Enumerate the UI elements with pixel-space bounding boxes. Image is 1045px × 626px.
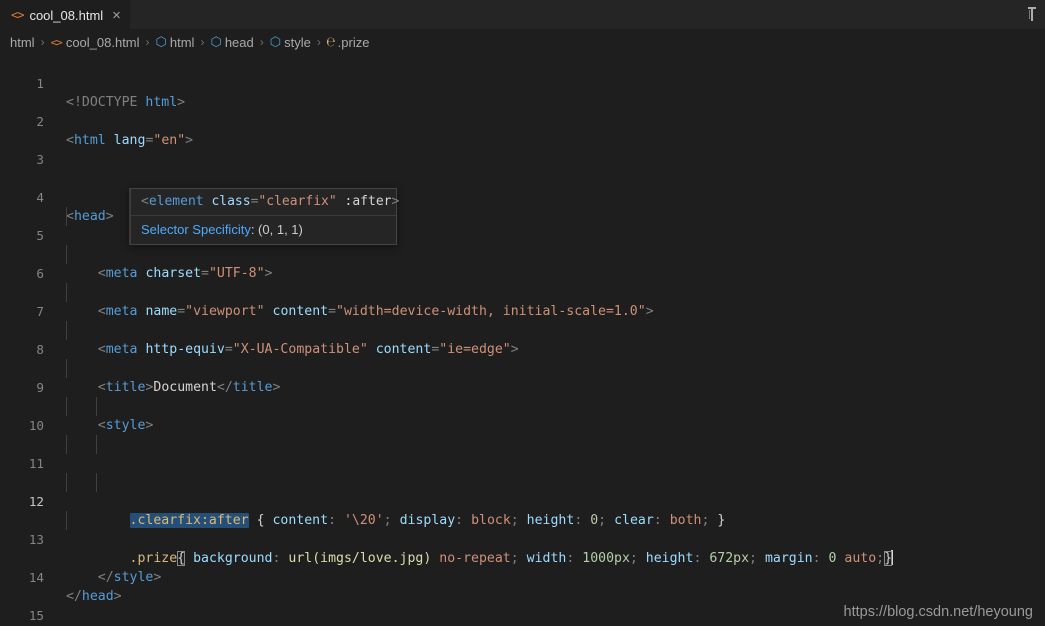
editor-tab-bar: <> cool_08.html × <box>0 0 1045 29</box>
line-number: 2 <box>36 114 44 129</box>
split-editor-icon[interactable] <box>1019 5 1039 25</box>
hover-pseudo-element: :after <box>336 194 392 209</box>
breadcrumb-separator: › <box>200 35 205 49</box>
editor-tab-cool_08-html[interactable]: <> cool_08.html × <box>0 0 131 29</box>
line-number: 14 <box>28 570 44 585</box>
breadcrumb-item-html-element[interactable]: ⬡ html <box>156 35 195 50</box>
breadcrumb: html › <> cool_08.html › ⬡ html › ⬡ head… <box>0 29 1045 55</box>
line-content: <style> <box>97 418 154 433</box>
hover-angle-open: < <box>141 194 149 209</box>
line-content: <meta name="viewport" content="width=dev… <box>97 304 654 319</box>
code-line[interactable]: 3 <box>0 131 1045 167</box>
html-file-icon: <> <box>11 8 24 22</box>
breadcrumb-separator: › <box>316 35 321 49</box>
code-line[interactable]: 1 <!DOCTYPE html> <box>0 55 1045 110</box>
breadcrumb-label: style <box>284 34 311 50</box>
code-line[interactable]: 13 </style> <box>0 511 1045 585</box>
hover-element-name: element <box>148 194 204 209</box>
indent-guide <box>96 473 97 492</box>
hover-attr-name: class <box>211 194 251 209</box>
breadcrumb-item-prize[interactable]: ℮ .prize <box>327 35 370 50</box>
cube-icon: ⬡ <box>269 34 281 50</box>
specificity-label: Selector Specificity <box>141 222 251 237</box>
hover-title-row: <element class="clearfix" :after> <box>130 189 399 216</box>
line-content: <title>Document</title> <box>97 380 281 395</box>
breadcrumb-label: html <box>10 34 35 50</box>
breadcrumb-separator: › <box>145 35 150 49</box>
indent-guide <box>66 435 67 454</box>
tab-bar-filler <box>130 0 1019 29</box>
indent-guide <box>66 397 67 416</box>
css-selector-hover-tooltip: <element class="clearfix" :after> Select… <box>129 188 399 245</box>
breadcrumb-item-head[interactable]: ⬡ head <box>210 35 253 50</box>
line-content: <meta charset="UTF-8"> <box>97 266 273 281</box>
code-line[interactable]: 7 <meta http-equiv="X-UA-Compatible" con… <box>0 283 1045 357</box>
indent-guide <box>66 511 67 530</box>
editor-tab-label: cool_08.html <box>29 7 104 23</box>
cube-icon: ⬡ <box>210 34 221 50</box>
code-line-current[interactable]: 12 .prize{ background: url(imgs/love.jpg… <box>0 473 1045 566</box>
breadcrumb-label: .prize <box>337 34 370 50</box>
line-number: 12 <box>28 494 44 509</box>
indent-guide <box>66 321 67 340</box>
breadcrumb-separator: › <box>259 35 264 49</box>
line-number: 3 <box>36 152 44 167</box>
code-line[interactable]: 10 <box>0 397 1045 433</box>
breadcrumb-label: html <box>169 34 195 50</box>
indent-guide <box>96 435 97 454</box>
line-number: 9 <box>36 380 44 395</box>
line-number: 8 <box>36 342 44 357</box>
line-number: 5 <box>36 228 44 243</box>
code-line[interactable]: 6 <meta name="viewport" content="width=d… <box>0 245 1045 319</box>
line-number: 1 <box>36 76 44 91</box>
vscode-window: <> cool_08.html × html › <> cool_08.html… <box>0 0 1045 626</box>
breadcrumb-label: head <box>224 34 254 50</box>
line-content: <meta http-equiv="X-UA-Compatible" conte… <box>97 342 519 357</box>
html-file-icon: <> <box>50 35 63 49</box>
specificity-value: : (0, 1, 1) <box>250 222 303 237</box>
line-content: </style> <box>97 570 162 585</box>
indent-guide <box>66 283 67 302</box>
line-number: 15 <box>28 608 44 623</box>
line-number: 11 <box>28 456 44 471</box>
hover-specificity-row: Selector Specificity: (0, 1, 1) <box>130 216 396 244</box>
css-selector-icon: ℮ <box>326 34 335 50</box>
indent-guide <box>66 207 67 226</box>
hover-accent-bar <box>129 188 131 245</box>
indent-guide <box>66 359 67 378</box>
code-line[interactable]: 11 .clearfix:after { content: '\20'; dis… <box>0 435 1045 528</box>
line-number: 6 <box>36 266 44 281</box>
code-line[interactable]: 8 <title>Document</title> <box>0 321 1045 395</box>
code-editor[interactable]: 1 <!DOCTYPE html> 2 <html lang="en"> 3 4… <box>0 55 1045 626</box>
line-number: 13 <box>28 532 44 547</box>
code-line[interactable]: 4 <head> <box>0 169 1045 224</box>
close-icon[interactable]: × <box>112 8 121 23</box>
line-number: 4 <box>36 190 44 205</box>
code-line[interactable]: 14 </head> <box>0 549 1045 604</box>
breadcrumb-item-html-root[interactable]: html <box>10 35 35 50</box>
breadcrumb-item-style[interactable]: ⬡ style <box>270 35 311 50</box>
code-line[interactable]: 9 <style> <box>0 359 1045 433</box>
cube-icon: ⬡ <box>155 34 167 50</box>
hover-angle-close: > <box>391 194 400 209</box>
editor-actions <box>1019 0 1045 29</box>
indent-guide <box>66 245 67 264</box>
line-number: 7 <box>36 304 44 319</box>
line-number: 10 <box>28 418 44 433</box>
watermark-url: https://blog.csdn.net/heyoung <box>843 604 1033 620</box>
breadcrumb-item-file[interactable]: <> cool_08.html <box>51 35 140 50</box>
code-line[interactable]: 2 <html lang="en"> <box>0 93 1045 148</box>
breadcrumb-separator: › <box>40 35 45 49</box>
indent-guide <box>96 397 97 416</box>
hover-attr-value: "clearfix" <box>258 194 337 209</box>
breadcrumb-label: cool_08.html <box>65 34 140 50</box>
indent-guide <box>66 473 67 492</box>
